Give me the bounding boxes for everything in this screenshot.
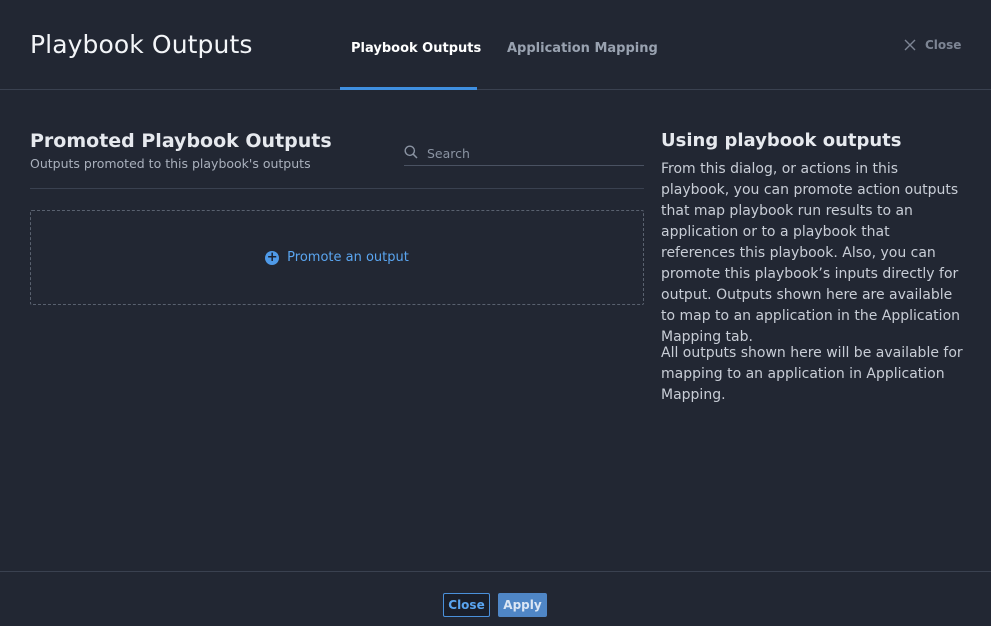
header-close-button[interactable]: Close	[904, 37, 961, 53]
section-subtitle: Outputs promoted to this playbook's outp…	[30, 156, 311, 171]
header-close-label: Close	[925, 38, 962, 52]
promote-output-button[interactable]: + Promote an output	[265, 250, 409, 265]
help-paragraph-1: From this dialog, or actions in this pla…	[661, 161, 961, 345]
promote-output-label: Promote an output	[287, 250, 409, 265]
tab-application-mapping[interactable]: Application Mapping	[507, 41, 658, 56]
outputs-dropzone: + Promote an output	[30, 210, 644, 305]
section-divider	[30, 188, 644, 189]
search-box	[404, 141, 644, 166]
active-tab-indicator	[340, 87, 477, 90]
tab-playbook-outputs[interactable]: Playbook Outputs	[351, 41, 481, 56]
dialog-footer: Close Apply	[0, 571, 991, 626]
page-title: Playbook Outputs	[30, 30, 253, 59]
help-title: Using playbook outputs	[661, 130, 902, 151]
section-title: Promoted Playbook Outputs	[30, 130, 332, 152]
search-input[interactable]	[427, 145, 627, 161]
search-icon	[404, 145, 418, 159]
close-icon	[904, 39, 916, 51]
dialog-header: Playbook Outputs Playbook Outputs Applic…	[0, 0, 991, 90]
plus-circle-icon: +	[265, 250, 280, 265]
close-button[interactable]: Close	[443, 593, 490, 617]
apply-button[interactable]: Apply	[498, 593, 547, 617]
help-paragraph-2: All outputs shown here will be available…	[661, 345, 963, 403]
playbook-outputs-dialog: Playbook Outputs Playbook Outputs Applic…	[0, 0, 991, 626]
